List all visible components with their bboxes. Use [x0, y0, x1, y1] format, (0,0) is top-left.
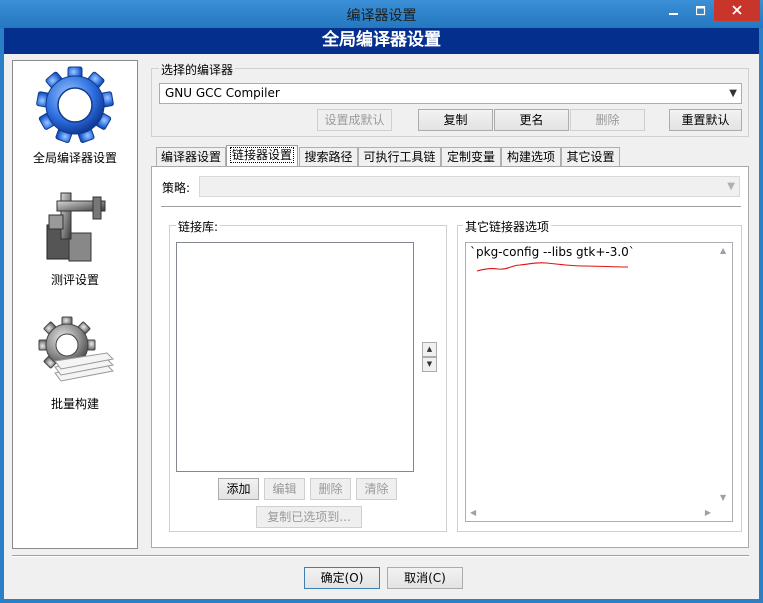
- sidebar-item-global-compiler[interactable]: 全局编译器设置: [13, 61, 137, 171]
- copy-button[interactable]: 复制: [418, 109, 493, 131]
- chevron-down-icon: ▼: [727, 181, 735, 192]
- page-banner: 全局编译器设置: [4, 28, 759, 54]
- dialog-window: 编译器设置 全局编译器设置 全局编译器设置 测评设置 批量构建 选择的编译器 G…: [0, 0, 763, 603]
- scroll-up-icon[interactable]: ▲: [720, 246, 726, 255]
- scroll-right-icon[interactable]: ▶: [705, 508, 711, 517]
- tab-other-settings[interactable]: 其它设置: [561, 147, 620, 167]
- title-bar[interactable]: 编译器设置: [0, 0, 763, 28]
- set-default-button[interactable]: 设置成默认: [317, 109, 392, 131]
- policy-select[interactable]: ▼: [199, 176, 740, 197]
- sidebar-item-label: 测评设置: [50, 273, 99, 287]
- ok-button[interactable]: 确定(O): [304, 567, 380, 589]
- compiler-select-value: GNU GCC Compiler: [165, 86, 280, 100]
- caliper-icon: [46, 192, 106, 262]
- divider: [161, 206, 741, 207]
- copy-selected-button[interactable]: 复制已选项到...: [256, 506, 362, 528]
- minimize-button[interactable]: [660, 0, 688, 21]
- delete-compiler-button[interactable]: 删除: [570, 109, 645, 131]
- red-underline-annotation: [476, 262, 629, 272]
- other-linker-options-input[interactable]: `pkg-config --libs gtk+-3.0` ▲ ▼ ◀ ▶: [465, 242, 733, 522]
- compiler-select-label: 选择的编译器: [159, 61, 236, 78]
- maximize-button[interactable]: [688, 0, 714, 21]
- tab-custom-variables[interactable]: 定制变量: [441, 147, 501, 167]
- tab-search-paths[interactable]: 搜索路径: [299, 147, 358, 167]
- clear-libraries-button[interactable]: 清除: [356, 478, 397, 500]
- compiler-select[interactable]: GNU GCC Compiler ▼: [159, 83, 742, 104]
- link-libraries-list[interactable]: [176, 242, 414, 472]
- link-libraries-label: 链接库:: [176, 218, 221, 235]
- sidebar-item-label: 全局编译器设置: [32, 151, 117, 165]
- chevron-down-icon: ▼: [729, 88, 737, 99]
- cancel-button[interactable]: 取消(C): [387, 567, 463, 589]
- gear-icon: [36, 66, 114, 144]
- sidebar-item-batch-build[interactable]: 批量构建: [13, 311, 137, 421]
- tab-build-options[interactable]: 构建选项: [501, 147, 561, 167]
- close-button[interactable]: [714, 0, 760, 21]
- sidebar-item-evaluation[interactable]: 测评设置: [13, 181, 137, 291]
- move-up-button[interactable]: ▲: [422, 342, 437, 357]
- add-library-button[interactable]: 添加: [218, 478, 259, 500]
- dialog-client: 全局编译器设置 全局编译器设置 测评设置 批量构建 选择的编译器 GNU GCC…: [4, 28, 759, 599]
- tab-compiler-settings[interactable]: 编译器设置: [156, 147, 226, 167]
- rename-button[interactable]: 更名: [494, 109, 569, 131]
- move-down-button[interactable]: ▼: [422, 357, 437, 372]
- other-linker-options-label: 其它链接器选项: [463, 218, 552, 235]
- tab-toolchain[interactable]: 可执行工具链: [358, 147, 441, 167]
- policy-label: 策略:: [162, 181, 191, 195]
- scroll-down-icon[interactable]: ▼: [720, 493, 726, 502]
- vertical-scrollbar[interactable]: ▲ ▼: [715, 243, 732, 504]
- maximize-icon: [695, 5, 706, 16]
- horizontal-scrollbar[interactable]: ◀ ▶: [466, 504, 715, 521]
- reset-default-button[interactable]: 重置默认: [669, 109, 742, 131]
- sidebar-item-label: 批量构建: [50, 397, 99, 411]
- batch-build-icon: [38, 316, 115, 382]
- scroll-left-icon[interactable]: ◀: [470, 508, 476, 517]
- delete-library-button[interactable]: 删除: [310, 478, 351, 500]
- bottom-divider-highlight: [12, 556, 749, 557]
- tab-linker-settings[interactable]: 链接器设置: [226, 145, 298, 167]
- minimize-icon: [669, 13, 678, 15]
- close-icon: [732, 5, 742, 15]
- settings-category-list[interactable]: 全局编译器设置 测评设置 批量构建: [12, 60, 138, 549]
- linker-settings-page: 策略: ▼ 链接库: ▲ ▼ 添加 编辑 删除 清除 复制已选项到... 其它链…: [151, 166, 749, 548]
- window-title: 编译器设置: [346, 8, 417, 24]
- other-linker-options-text: `pkg-config --libs gtk+-3.0`: [470, 245, 635, 259]
- edit-library-button[interactable]: 编辑: [264, 478, 305, 500]
